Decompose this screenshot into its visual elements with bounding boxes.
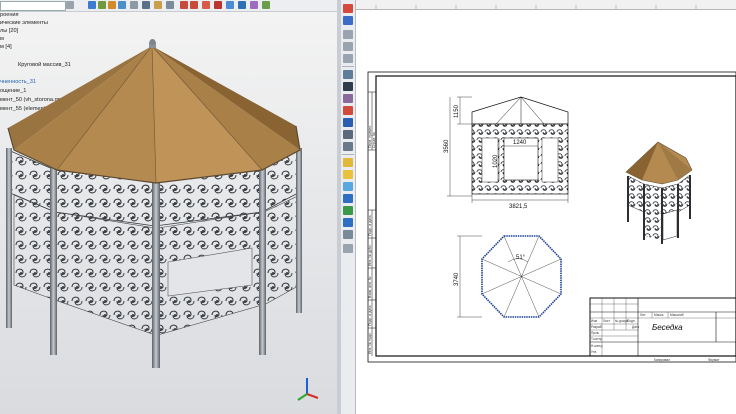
- title-cell: Т.контр.: [591, 337, 603, 341]
- text-icon[interactable]: [343, 130, 353, 139]
- side-stamp-label: Инв. № дубл.: [368, 244, 372, 266]
- model-3d-viewport[interactable]: роения ические элементы лы [20] м м [4] …: [0, 0, 337, 414]
- side-stamp-label: Подп. и дата: [368, 305, 372, 326]
- drawing-sheet[interactable]: Перв. примен. Справ. № Подп. и дата Инв.…: [356, 0, 736, 414]
- title-cell: Пров.: [591, 331, 600, 335]
- title-cell: Лист: [603, 319, 610, 323]
- title-cell: Утв.: [591, 350, 597, 354]
- detail-view-icon[interactable]: [343, 194, 353, 203]
- drawing-toolbar: [341, 0, 356, 414]
- dimension-label: 1150: [454, 104, 460, 118]
- title-cell: Н.контр.: [591, 344, 603, 348]
- title-cell: Масса: [654, 313, 664, 317]
- projection-icon[interactable]: [343, 170, 353, 179]
- gazebo-3d-model: [6, 39, 302, 368]
- title-cell: Подп.: [627, 319, 636, 323]
- angle-label: 51°: [516, 255, 526, 261]
- title-cell: Лит.: [640, 313, 646, 317]
- title-cell: Разраб.: [591, 325, 603, 329]
- hatch-icon[interactable]: [343, 118, 353, 127]
- title-cell: Копировал: [654, 358, 670, 362]
- dimension-label: 3560: [444, 139, 450, 153]
- view-icon[interactable]: [343, 158, 353, 167]
- dimension-icon[interactable]: [343, 106, 353, 115]
- zoom-in-icon[interactable]: [343, 30, 353, 39]
- table-icon[interactable]: [343, 142, 353, 151]
- select-icon[interactable]: [343, 4, 353, 13]
- line-icon[interactable]: [343, 70, 353, 79]
- title-cell: Дата: [632, 325, 639, 329]
- axis-gizmo-icon: [297, 378, 319, 401]
- magnet-icon[interactable]: [343, 16, 353, 25]
- side-stamp-label: Взам. инв. №: [368, 276, 372, 298]
- arc-icon[interactable]: [343, 94, 353, 103]
- break-view-icon[interactable]: [343, 206, 353, 215]
- front-view[interactable]: 1150 3560 1020 1240 3821,5: [444, 96, 569, 210]
- drawing-canvas: Перв. примен. Справ. № Подп. и дата Инв.…: [367, 5, 736, 363]
- side-stamp-label: Подп. и дата: [368, 215, 372, 236]
- dimension-label: 3740: [454, 272, 460, 286]
- layout-icon[interactable]: [343, 218, 353, 227]
- dimension-label: 1240: [513, 140, 527, 146]
- section-view-icon[interactable]: [343, 182, 353, 191]
- zoom-window-icon[interactable]: [343, 54, 353, 63]
- properties-icon[interactable]: [343, 230, 353, 239]
- isometric-view[interactable]: [625, 141, 693, 244]
- polyline-icon[interactable]: [343, 82, 353, 91]
- title-cell: Изм: [591, 319, 597, 323]
- dimension-label: 3821,5: [509, 204, 528, 210]
- side-stamp-label: Справ. №: [372, 132, 376, 148]
- zoom-out-icon[interactable]: [343, 42, 353, 51]
- part-name: Беседка: [652, 323, 683, 332]
- side-stamp-label: Инв. № подл.: [368, 332, 372, 354]
- dimension-label: 1020: [493, 154, 499, 168]
- more-icon[interactable]: [343, 244, 353, 253]
- title-cell: Формат: [708, 358, 720, 362]
- plan-view[interactable]: 51° 3740: [454, 235, 562, 318]
- title-cell: Масштаб: [670, 313, 684, 317]
